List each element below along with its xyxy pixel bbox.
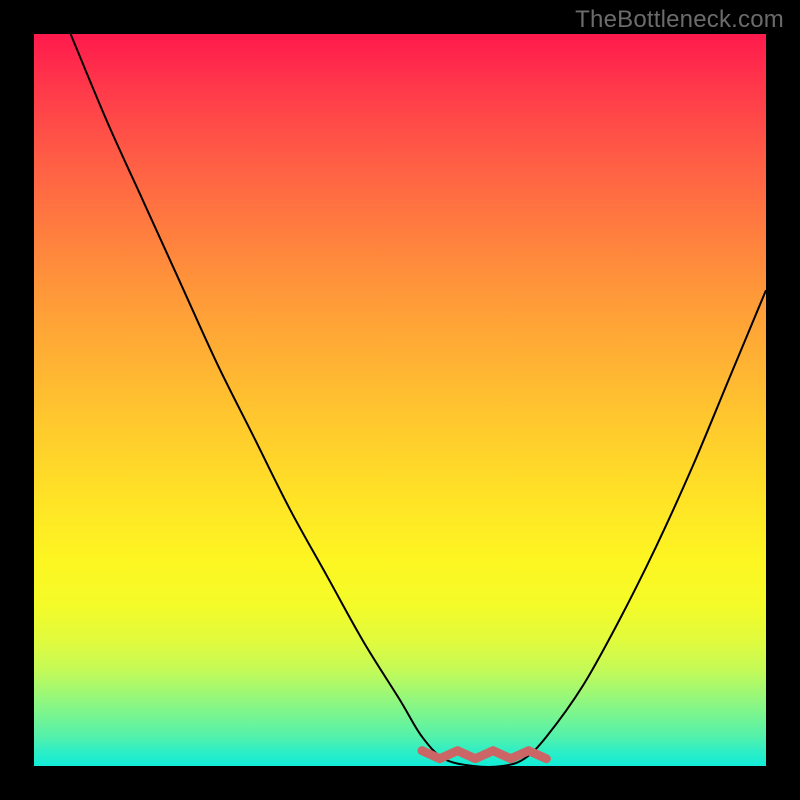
plot-area: [34, 34, 766, 766]
bottleneck-curve: [71, 34, 766, 766]
chart-frame: TheBottleneck.com: [0, 0, 800, 800]
watermark-text: TheBottleneck.com: [575, 6, 784, 34]
chart-svg: [34, 34, 766, 766]
